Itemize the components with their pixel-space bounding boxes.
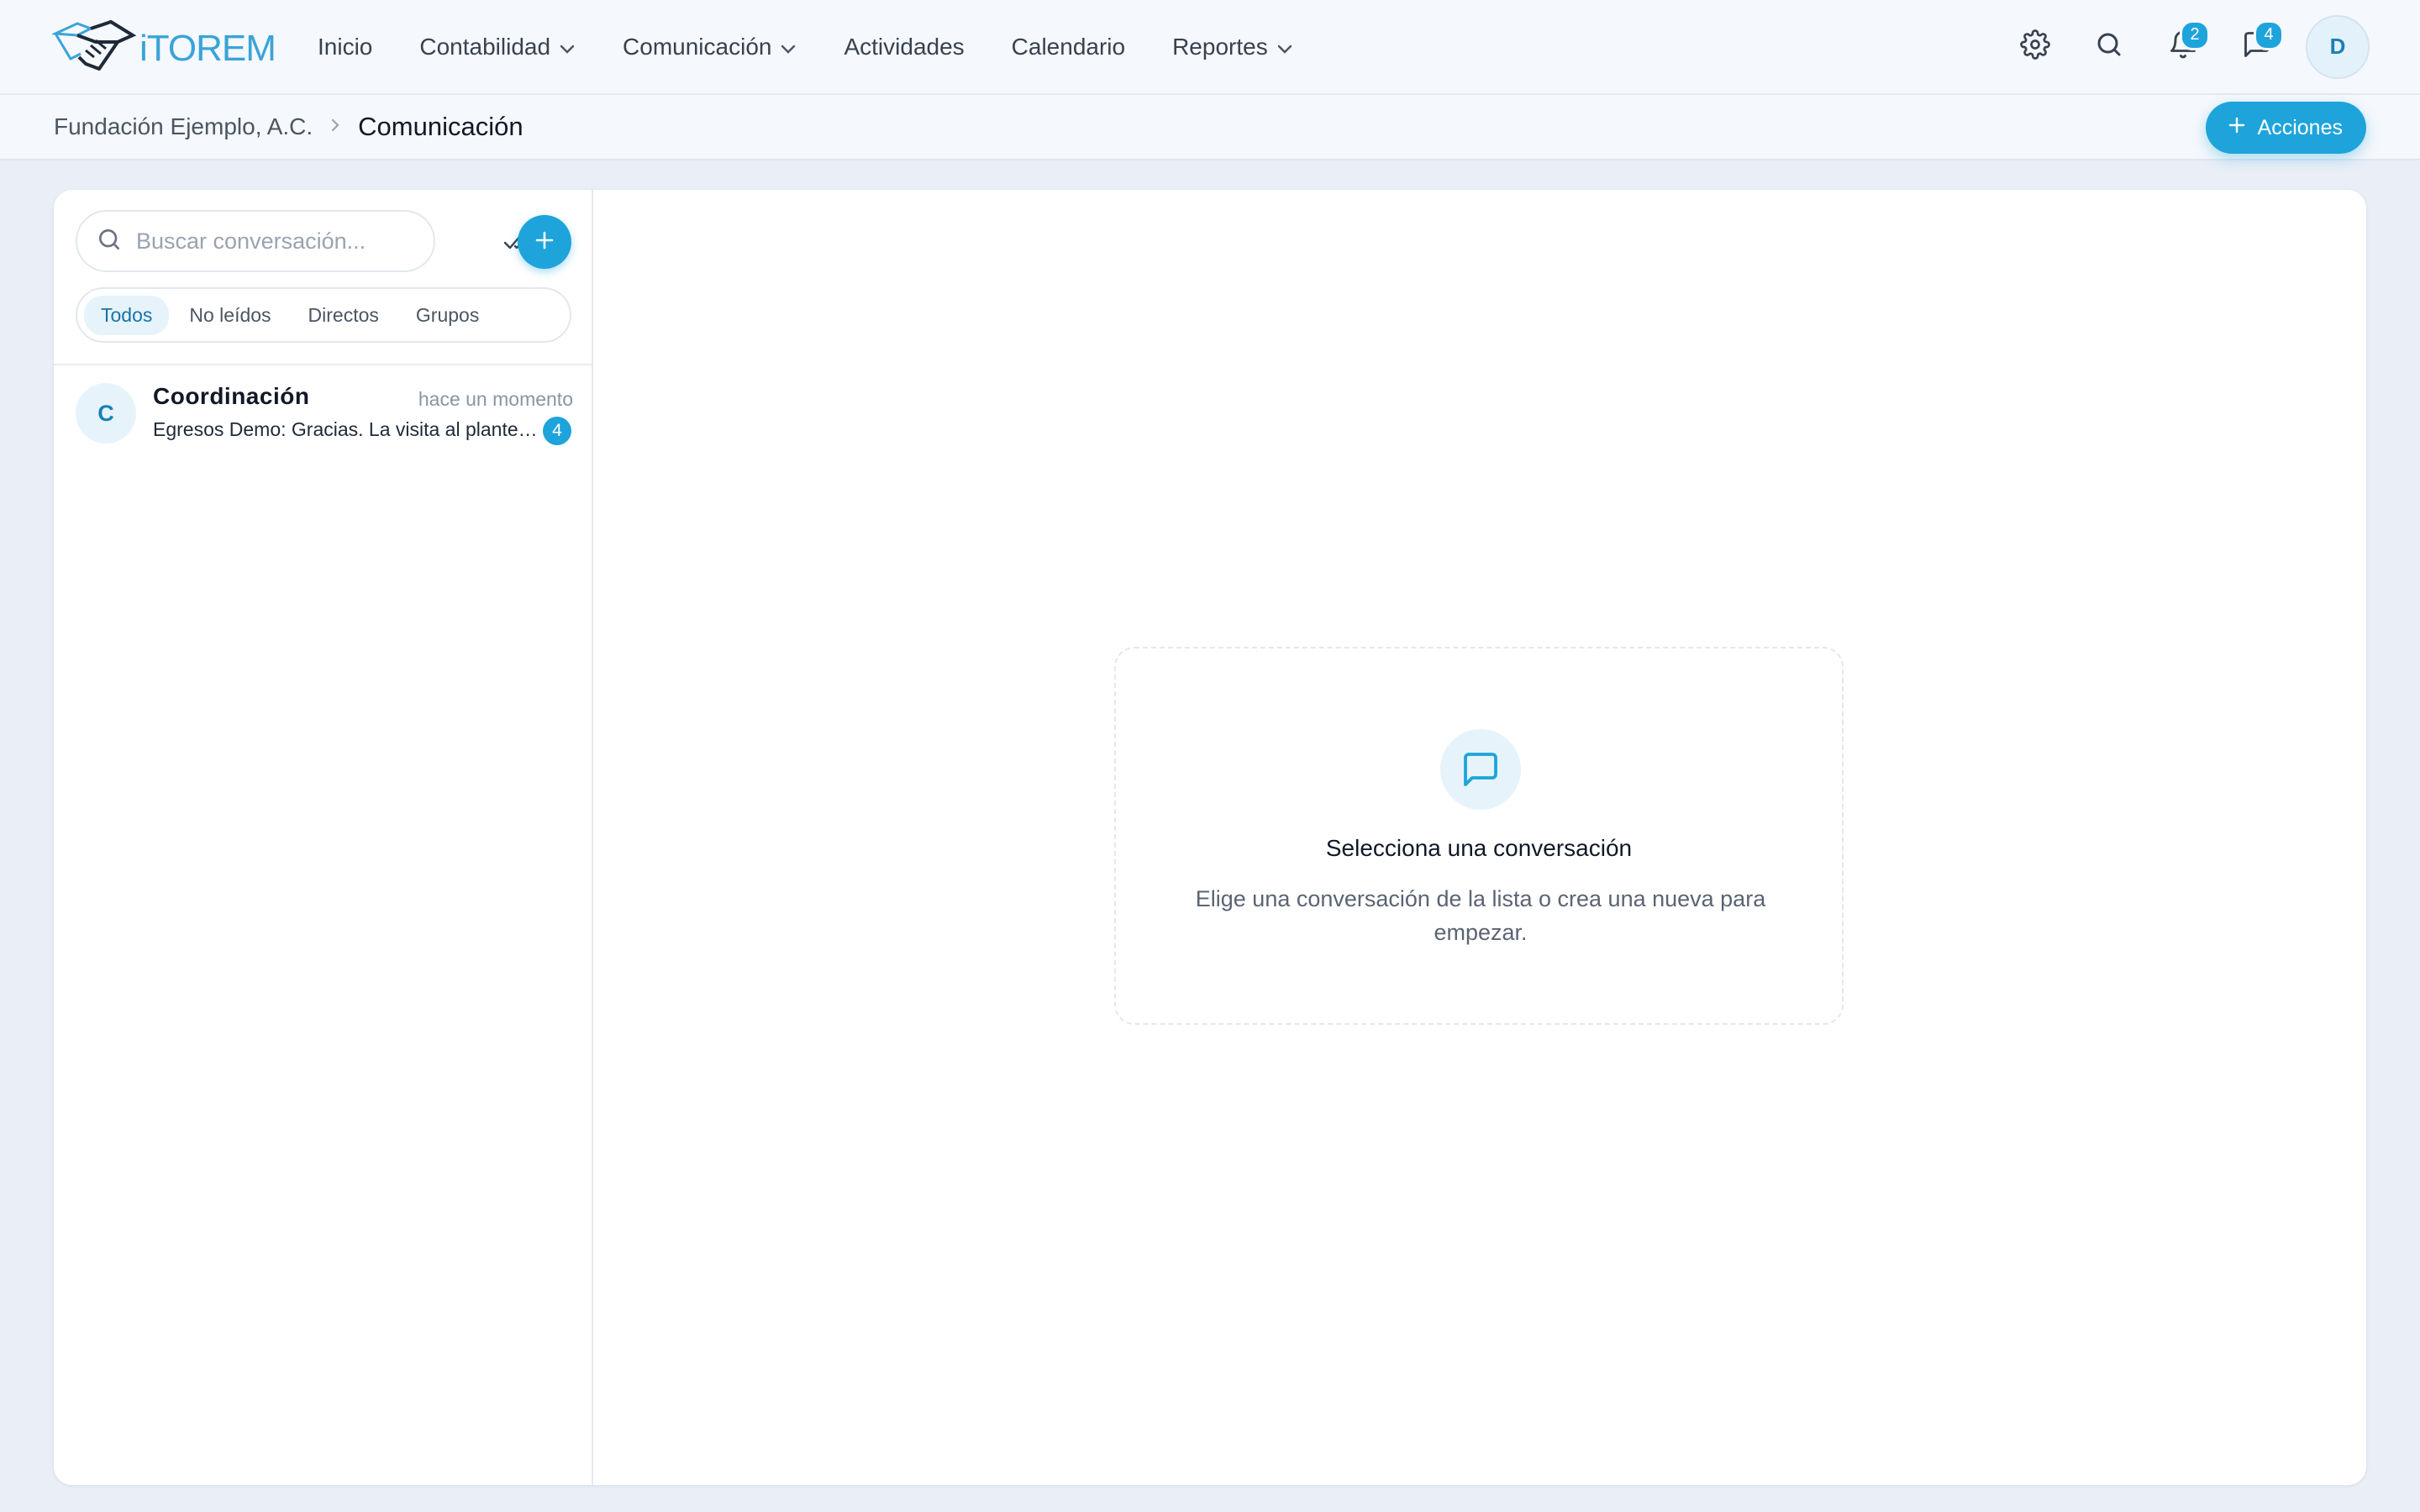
filter-tab-directos[interactable]: Directos [292,296,396,335]
conversation-sidebar: Todos No leídos Directos Grupos C Coordi… [54,190,593,1485]
page-title: Comunicación [358,112,523,141]
conversation-search[interactable] [76,210,435,272]
notifications-badge: 2 [2180,19,2210,50]
communication-panel: Todos No leídos Directos Grupos C Coordi… [54,190,2366,1485]
search-input[interactable] [134,227,407,255]
nav-item-label: Contabilidad [419,33,551,60]
breadcrumb-root-link[interactable]: Fundación Ejemplo, A.C. [54,113,313,140]
brand-name: iTOREM [139,27,276,69]
settings-button[interactable] [2010,22,2060,72]
nav-item-comunicacion[interactable]: Comunicación [623,34,797,60]
nav-item-label: Comunicación [623,33,772,60]
messages-badge: 4 [2254,19,2284,50]
chevron-down-icon [1276,34,1293,60]
search-icon [96,226,123,257]
messages-button[interactable]: 4 [2232,19,2284,72]
actions-button[interactable]: Acciones [2205,102,2366,154]
breadcrumb: Fundación Ejemplo, A.C. Comunicación [54,95,523,159]
conversation-preview: Egresos Demo: Gracias. La visita al plan… [153,418,539,440]
handshake-logo-icon [50,17,137,80]
actions-button-label: Acciones [2257,115,2343,139]
plus-icon [534,229,555,255]
chevron-right-icon [329,117,341,138]
nav-item-contabilidad[interactable]: Contabilidad [419,34,576,60]
nav-item-calendario[interactable]: Calendario [1012,34,1125,60]
top-navbar: iTOREM Inicio Contabilidad Comunicación … [0,0,2420,95]
nav-item-label: Inicio [318,33,373,60]
chevron-down-icon [780,34,797,60]
conversation-list-item[interactable]: C Coordinación hace un momento Egresos D… [54,366,592,460]
brand-logo[interactable]: iTOREM [50,17,276,80]
new-conversation-button[interactable] [518,215,571,269]
breadcrumb-bar: Fundación Ejemplo, A.C. Comunicación Acc… [0,95,2420,160]
search-button[interactable] [2084,22,2134,72]
notifications-button[interactable]: 2 [2158,19,2210,72]
gear-icon [2020,29,2050,64]
chevron-down-icon [559,34,576,60]
filter-tab-todos[interactable]: Todos [84,295,170,335]
nav-item-label: Actividades [844,33,965,60]
filter-tab-grupos[interactable]: Grupos [399,296,496,335]
unread-badge: 4 [543,417,571,445]
filter-tab-no-leidos[interactable]: No leídos [172,296,287,335]
conversation-time: hace un momento [418,388,573,410]
chat-bubble-icon [1440,729,1521,810]
main-nav: Inicio Contabilidad Comunicación Activid… [318,0,1340,93]
conversation-filter-tabs: Todos No leídos Directos Grupos [76,287,571,343]
search-icon [2094,29,2124,64]
conversation-name: Coordinación [153,383,310,409]
conversation-avatar: C [76,383,136,444]
empty-state-title: Selecciona una conversación [1325,835,1633,861]
nav-item-reportes[interactable]: Reportes [1172,34,1293,60]
divider [54,364,592,365]
nav-item-label: Reportes [1172,33,1268,60]
header-actions: 2 4 D [1986,0,2370,93]
empty-state-subtitle: Elige una conversación de la lista o cre… [1195,886,1766,945]
user-avatar[interactable]: D [2306,14,2370,79]
nav-item-actividades[interactable]: Actividades [844,34,964,60]
empty-state: Selecciona una conversación Elige una co… [1114,647,1844,1025]
nav-item-label: Calendario [1011,33,1126,60]
nav-item-inicio[interactable]: Inicio [318,34,372,60]
plus-icon [2228,116,2258,140]
